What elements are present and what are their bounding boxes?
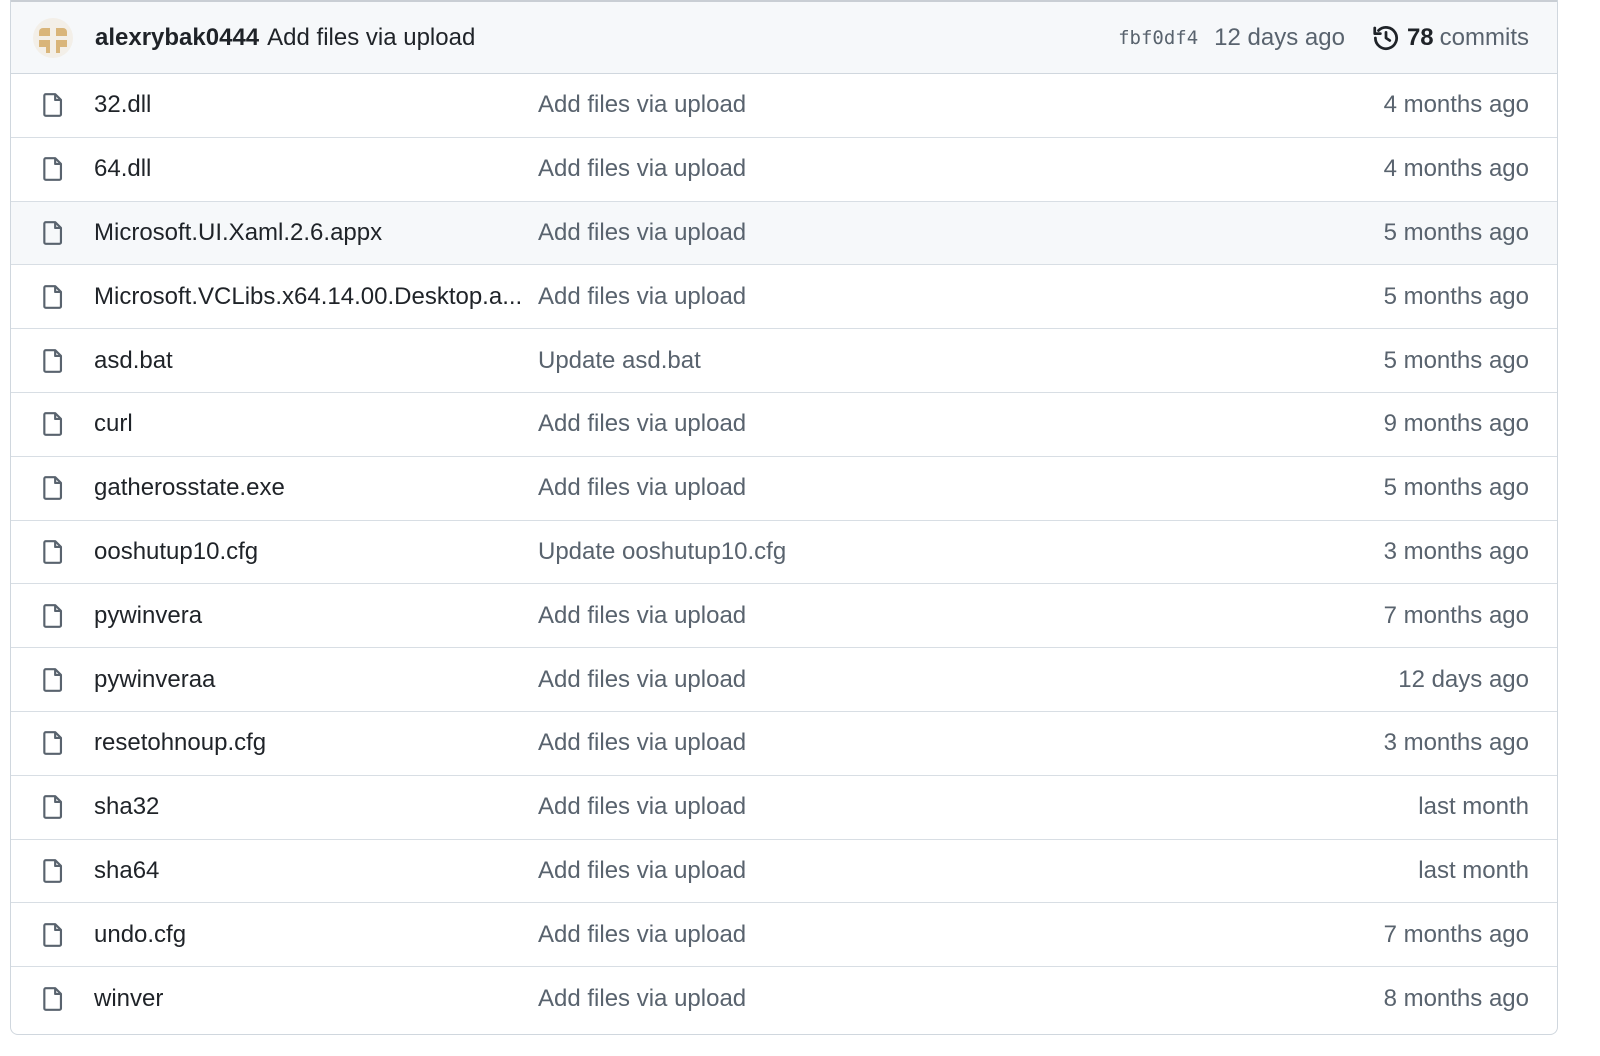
file-icon xyxy=(43,93,63,118)
file-name-link[interactable]: pywinvera xyxy=(94,602,202,630)
file-name-link[interactable]: curl xyxy=(94,410,133,438)
file-name-link[interactable]: Microsoft.UI.Xaml.2.6.appx xyxy=(94,219,382,247)
file-commit-message-link[interactable]: Add files via upload xyxy=(538,410,746,438)
commits-count: 78 xyxy=(1406,23,1434,51)
commits-link[interactable]: 78 commits xyxy=(1371,23,1529,53)
file-list: 32.dll Add files via upload 4 months ago… xyxy=(11,74,1557,1031)
avatar[interactable] xyxy=(33,17,73,58)
file-row[interactable]: resetohnoup.cfg Add files via upload 3 m… xyxy=(11,712,1557,776)
file-commit-date: 7 months ago xyxy=(1383,920,1529,948)
file-row[interactable]: Microsoft.UI.Xaml.2.6.appx Add files via… xyxy=(11,201,1557,266)
file-row[interactable]: winver Add files via upload 8 months ago xyxy=(11,967,1557,1031)
file-icon xyxy=(43,540,63,564)
file-icon xyxy=(43,731,63,756)
file-commit-date: 4 months ago xyxy=(1383,91,1529,119)
file-commit-date: 8 months ago xyxy=(1383,985,1529,1013)
file-icon xyxy=(43,476,63,501)
file-name-link[interactable]: 32.dll xyxy=(94,91,151,119)
commit-message[interactable]: Add files via upload xyxy=(267,24,475,52)
commits-label: commits xyxy=(1439,23,1529,51)
latest-commit-bar: alexrybak0444 Add files via upload fbf0d… xyxy=(11,0,1557,74)
file-commit-date: 3 months ago xyxy=(1383,537,1529,565)
file-icon xyxy=(43,284,63,309)
file-icon xyxy=(43,667,63,692)
file-commit-message-link[interactable]: Add files via upload xyxy=(538,219,746,247)
file-name-link[interactable]: winver xyxy=(94,985,163,1013)
file-commit-message-link[interactable]: Add files via upload xyxy=(538,985,746,1013)
file-name-link[interactable]: asd.bat xyxy=(94,347,173,375)
file-row[interactable]: 32.dll Add files via upload 4 months ago xyxy=(11,74,1557,138)
file-commit-message-link[interactable]: Add files via upload xyxy=(538,729,746,757)
file-commit-message-link[interactable]: Add files via upload xyxy=(538,793,746,821)
file-name-link[interactable]: ooshutup10.cfg xyxy=(94,538,258,566)
file-commit-date: 12 days ago xyxy=(1398,665,1529,693)
file-icon xyxy=(43,603,63,628)
commit-sha[interactable]: fbf0df4 xyxy=(1118,27,1198,49)
file-commit-message-link[interactable]: Add files via upload xyxy=(538,283,746,311)
file-commit-message-link[interactable]: Add files via upload xyxy=(538,921,746,949)
file-name-link[interactable]: undo.cfg xyxy=(94,921,186,949)
file-row[interactable]: 64.dll Add files via upload 4 months ago xyxy=(11,138,1557,202)
file-commit-message-link[interactable]: Update ooshutup10.cfg xyxy=(538,538,786,566)
file-commit-date: last month xyxy=(1418,793,1529,821)
file-commit-date: 9 months ago xyxy=(1383,410,1529,438)
file-commit-message-link[interactable]: Add files via upload xyxy=(538,666,746,694)
file-commit-date: 5 months ago xyxy=(1383,346,1529,374)
file-commit-date: 7 months ago xyxy=(1383,601,1529,629)
file-browser: alexrybak0444 Add files via upload fbf0d… xyxy=(10,0,1558,1035)
file-commit-date: last month xyxy=(1418,856,1529,884)
file-row[interactable]: sha64 Add files via upload last month xyxy=(11,840,1557,904)
file-icon xyxy=(43,157,63,182)
file-commit-date: 5 months ago xyxy=(1383,282,1529,310)
file-commit-date: 4 months ago xyxy=(1383,155,1529,183)
file-row[interactable]: sha32 Add files via upload last month xyxy=(11,776,1557,840)
file-commit-message-link[interactable]: Add files via upload xyxy=(538,91,746,119)
commit-author[interactable]: alexrybak0444 xyxy=(95,24,259,52)
file-commit-date: 3 months ago xyxy=(1383,729,1529,757)
file-commit-message-link[interactable]: Add files via upload xyxy=(538,857,746,885)
file-commit-message-link[interactable]: Add files via upload xyxy=(538,602,746,630)
file-row[interactable]: Microsoft.VCLibs.x64.14.00.Desktop.a... … xyxy=(11,265,1557,330)
file-icon xyxy=(43,412,63,437)
file-row[interactable]: gatherosstate.exe Add files via upload 5… xyxy=(11,457,1557,521)
file-icon xyxy=(43,922,63,947)
file-row[interactable]: curl Add files via upload 9 months ago xyxy=(11,393,1557,457)
file-name-link[interactable]: 64.dll xyxy=(94,155,151,183)
file-row[interactable]: undo.cfg Add files via upload 7 months a… xyxy=(11,903,1557,968)
file-name-link[interactable]: sha32 xyxy=(94,793,159,821)
file-name-link[interactable]: sha64 xyxy=(94,857,159,885)
file-commit-message-link[interactable]: Add files via upload xyxy=(538,474,746,502)
file-icon xyxy=(43,348,63,373)
history-icon xyxy=(1373,25,1398,50)
file-name-link[interactable]: pywinveraa xyxy=(94,666,215,694)
file-icon xyxy=(43,795,63,820)
file-icon xyxy=(43,859,63,883)
file-name-link[interactable]: gatherosstate.exe xyxy=(94,474,285,502)
file-commit-message-link[interactable]: Update asd.bat xyxy=(538,347,701,375)
file-commit-date: 5 months ago xyxy=(1383,474,1529,502)
file-commit-message-link[interactable]: Add files via upload xyxy=(538,155,746,183)
file-row[interactable]: asd.bat Update asd.bat 5 months ago xyxy=(11,329,1557,393)
file-row[interactable]: ooshutup10.cfg Update ooshutup10.cfg 3 m… xyxy=(11,521,1557,585)
file-commit-date: 5 months ago xyxy=(1383,218,1529,246)
file-row[interactable]: pywinvera Add files via upload 7 months … xyxy=(11,584,1557,649)
file-name-link[interactable]: Microsoft.VCLibs.x64.14.00.Desktop.a... xyxy=(94,283,522,311)
file-icon xyxy=(43,987,63,1011)
file-row[interactable]: pywinveraa Add files via upload 12 days … xyxy=(11,648,1557,712)
file-icon xyxy=(43,221,63,245)
file-name-link[interactable]: resetohnoup.cfg xyxy=(94,729,266,757)
commit-date: 12 days ago xyxy=(1214,23,1345,51)
